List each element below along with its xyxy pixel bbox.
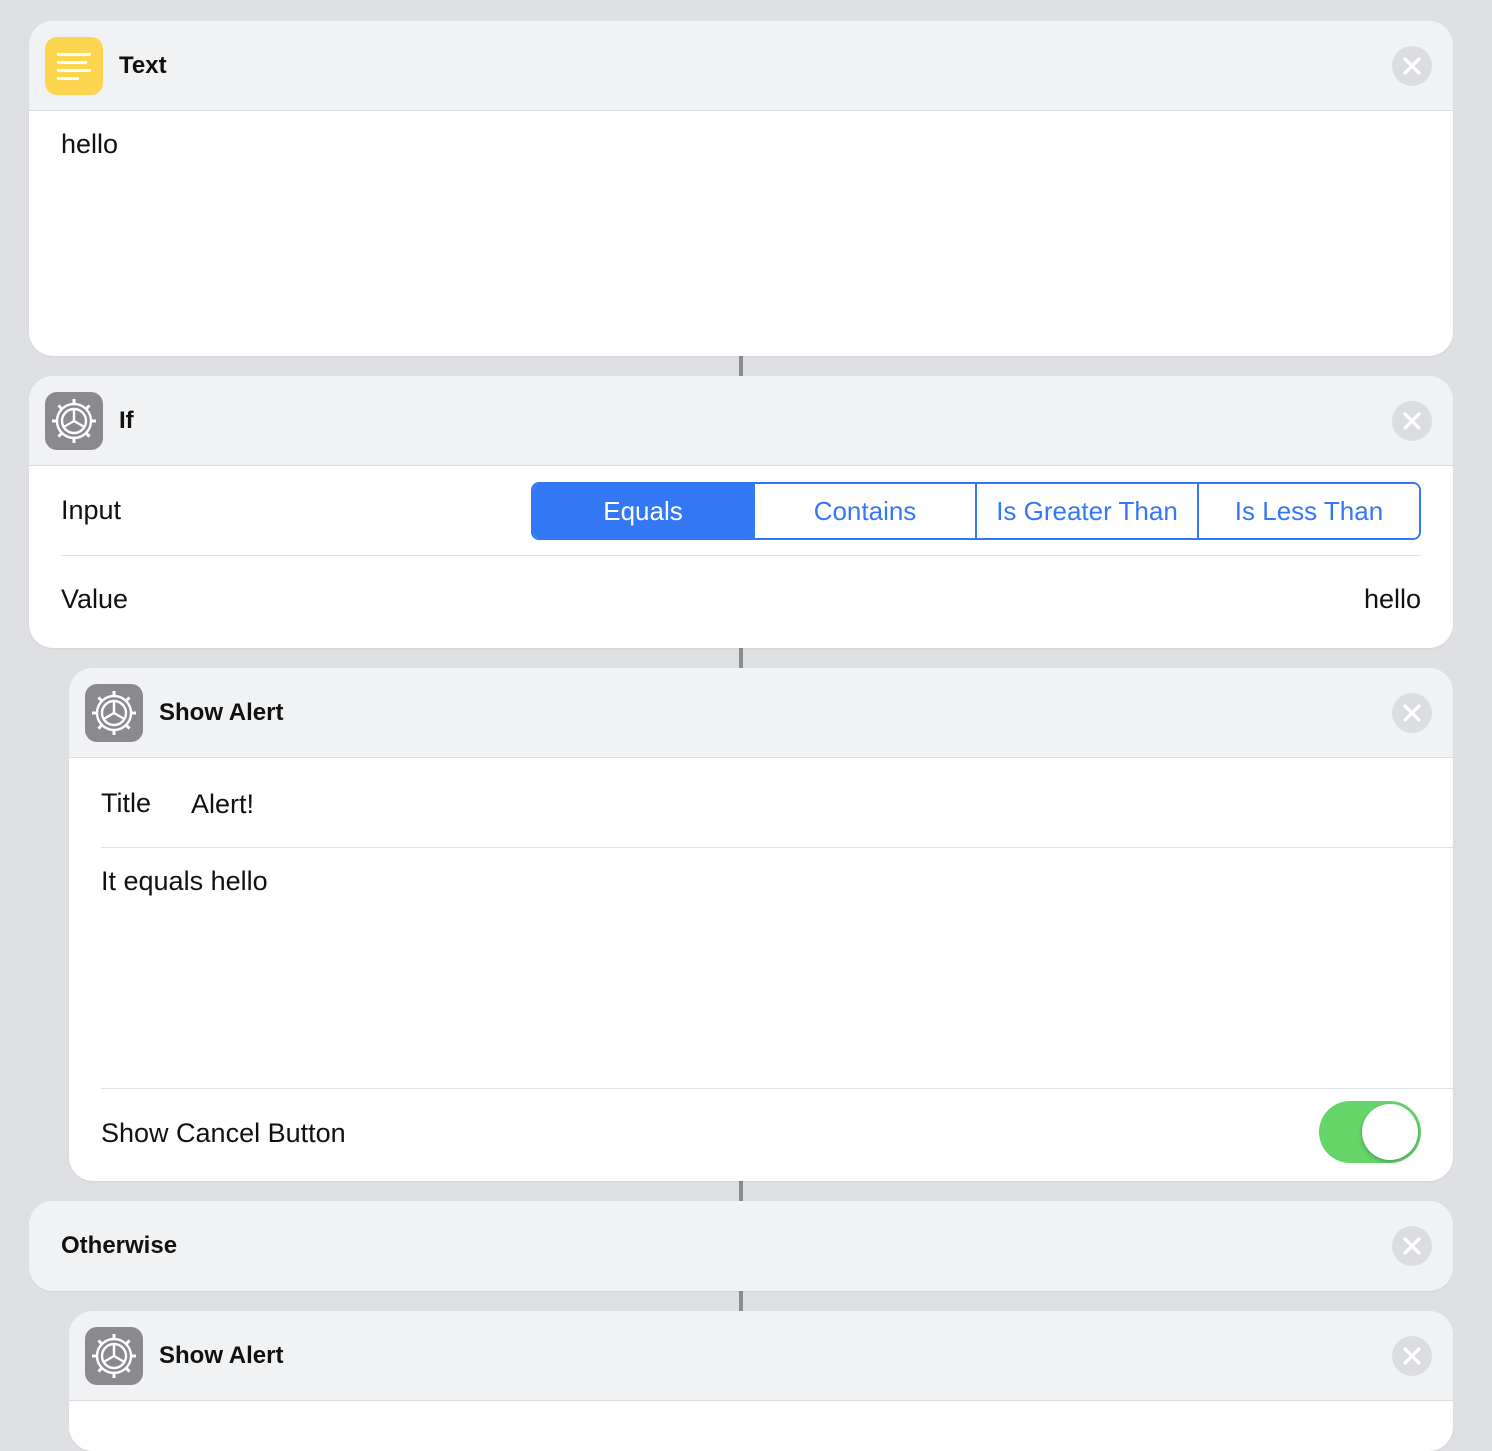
show-alert-header[interactable]: Show Alert	[69, 668, 1453, 758]
close-icon	[1403, 412, 1421, 430]
flow-connector	[739, 1291, 743, 1311]
otherwise-title: Otherwise	[61, 1232, 178, 1259]
alert-title-label: Title	[101, 788, 152, 818]
text-lines-icon	[45, 37, 103, 95]
condition-segmented-control: Equals Contains Is Greater Than Is Less …	[531, 482, 1421, 540]
input-label: Input	[61, 495, 122, 525]
close-icon	[1403, 57, 1421, 75]
if-action-title: If	[119, 407, 134, 434]
show-cancel-button-label: Show Cancel Button	[101, 1118, 346, 1148]
show-alert-2-title: Show Alert	[159, 1342, 284, 1369]
flow-connector	[739, 648, 743, 668]
show-alert-title: Show Alert	[159, 699, 284, 726]
text-action-title: Text	[119, 52, 167, 79]
remove-if-action-button[interactable]	[1392, 401, 1432, 441]
show-alert-2-header[interactable]: Show Alert	[69, 1311, 1453, 1401]
close-icon	[1403, 1237, 1421, 1255]
flow-connector	[739, 1181, 743, 1201]
otherwise-header[interactable]: Otherwise	[29, 1201, 1453, 1291]
remove-show-alert-2-button[interactable]	[1392, 1336, 1432, 1376]
condition-equals[interactable]: Equals	[533, 484, 753, 538]
row-divider	[101, 847, 1453, 848]
close-icon	[1403, 704, 1421, 722]
close-icon	[1403, 1347, 1421, 1365]
text-action-header[interactable]: Text	[29, 21, 1453, 111]
value-label: Value	[61, 584, 129, 614]
alert-title-field[interactable]: Alert!	[191, 789, 254, 820]
gear-icon	[85, 684, 143, 742]
condition-contains[interactable]: Contains	[753, 484, 975, 538]
gear-icon	[45, 392, 103, 450]
show-cancel-button-toggle[interactable]	[1319, 1101, 1421, 1163]
if-action-header[interactable]: If	[29, 376, 1453, 466]
remove-otherwise-button[interactable]	[1392, 1226, 1432, 1266]
row-divider	[101, 1088, 1453, 1089]
condition-greater-than[interactable]: Is Greater Than	[975, 484, 1197, 538]
alert-message-field[interactable]: It equals hello	[101, 866, 1421, 1066]
otherwise-card: Otherwise	[29, 1201, 1453, 1291]
show-alert-card: Show Alert Title Alert! It equals hello …	[69, 668, 1453, 1181]
show-alert-card-2: Show Alert	[69, 1311, 1453, 1451]
remove-text-action-button[interactable]	[1392, 46, 1432, 86]
text-action-card: Text hello	[29, 21, 1453, 356]
row-divider	[61, 555, 1421, 556]
condition-less-than[interactable]: Is Less Than	[1197, 484, 1419, 538]
value-field[interactable]: hello	[1364, 584, 1421, 615]
gear-icon	[85, 1327, 143, 1385]
if-action-card: If Input Equals Contains Is Greater Than…	[29, 376, 1453, 648]
toggle-knob	[1362, 1104, 1418, 1160]
remove-show-alert-button[interactable]	[1392, 693, 1432, 733]
text-content-field[interactable]: hello	[61, 129, 1421, 339]
flow-connector	[739, 356, 743, 376]
